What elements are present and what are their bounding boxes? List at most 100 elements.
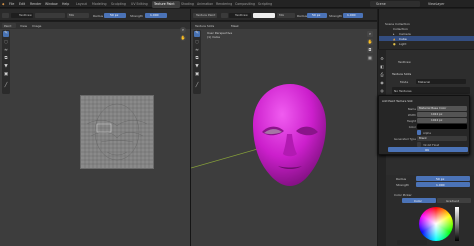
outliner-row-light[interactable]: ● Light xyxy=(379,41,474,46)
tab-texture-paint[interactable]: Texture Paint xyxy=(154,2,175,6)
mode-label: Mode xyxy=(400,80,409,84)
texture-slots-menu[interactable]: Texture Slots xyxy=(195,24,214,28)
height-field[interactable]: 1024 px xyxy=(417,118,467,123)
fill-tool-icon-vp[interactable]: ▼ xyxy=(194,64,200,70)
mode-dropdown[interactable]: Material xyxy=(416,79,466,84)
alpha-checkbox[interactable] xyxy=(417,130,421,135)
color-field[interactable] xyxy=(417,124,467,129)
face-mesh[interactable] xyxy=(250,82,330,188)
strength-value-right: 1.000 xyxy=(347,13,356,18)
name-field[interactable]: Material Base Color xyxy=(417,106,467,111)
generated-type-dropdown[interactable]: Blank xyxy=(417,136,467,141)
world-tab-icon[interactable]: ◍ xyxy=(379,88,385,94)
tab-rendering[interactable]: Rendering xyxy=(216,2,232,6)
gradient-tab[interactable]: Gradient xyxy=(437,198,471,203)
ok-button[interactable]: OK xyxy=(388,147,468,152)
annotate-tool-icon-vp[interactable]: ╱ xyxy=(194,83,200,89)
brush-selector-right[interactable]: TexDraw xyxy=(229,12,251,18)
blend-selector[interactable]: Mix xyxy=(67,12,89,18)
annotate-tool-icon[interactable]: ╱ xyxy=(3,83,9,89)
tab-shading[interactable]: Shading xyxy=(181,2,194,6)
smear-tool-icon-vp[interactable]: ≈ xyxy=(194,48,200,54)
float-checkbox[interactable] xyxy=(417,142,421,147)
viewport-tool-header: Texture Paint TexDraw Mix Radius 50 px S… xyxy=(191,9,377,21)
grid-icon[interactable]: ▦ xyxy=(367,55,373,61)
brush-icon[interactable] xyxy=(2,12,9,18)
mask-tool-icon[interactable]: ▣ xyxy=(3,72,9,78)
camera-icon[interactable]: ◘ xyxy=(367,47,373,53)
strength-slider[interactable]: 1.000 xyxy=(416,182,470,187)
blend-selector-right[interactable]: Mix xyxy=(277,12,295,18)
brush-name: TexDraw xyxy=(19,13,32,18)
tab-sculpting[interactable]: Sculpting xyxy=(111,2,126,6)
view-layer-name[interactable]: ViewLayer xyxy=(428,2,444,6)
soften-tool-icon-vp[interactable]: ◌ xyxy=(194,40,200,46)
draw-tool-icon[interactable]: ✎ xyxy=(3,31,9,37)
output-tab-icon[interactable]: ⎙ xyxy=(379,72,385,78)
clone-tool-icon-vp[interactable]: ⧉ xyxy=(194,56,200,62)
outliner-panel: Scene Collection Collection ▸ Camera ▲ C… xyxy=(378,9,474,49)
value-slider[interactable] xyxy=(455,207,459,241)
tab-uv-editing[interactable]: UV Editing xyxy=(131,2,148,6)
pan-icon[interactable]: ✋ xyxy=(180,35,186,41)
menu-help[interactable]: Help xyxy=(62,2,69,6)
pan-icon-vp[interactable]: ✋ xyxy=(367,39,373,45)
tab-modeling[interactable]: Modeling xyxy=(92,2,107,6)
mask-menu[interactable]: Mask xyxy=(231,24,239,28)
mode-dropdown-value: Material xyxy=(418,79,431,84)
menu-window[interactable]: Window xyxy=(45,2,58,6)
tool-tab-icon[interactable]: ⚙ xyxy=(379,56,385,62)
width-field[interactable]: 1024 px xyxy=(417,112,467,117)
radius-field[interactable]: 50 px xyxy=(104,12,126,18)
ok-label: OK xyxy=(425,148,430,152)
strength-value: 1.000 xyxy=(150,13,159,18)
clone-tool-icon[interactable]: ⧉ xyxy=(3,56,9,62)
zoom-icon-vp[interactable]: ⌕ xyxy=(367,31,373,37)
color-tab[interactable]: Color xyxy=(402,198,436,203)
strength-field[interactable]: 1.000 xyxy=(145,12,167,18)
radius-field-right[interactable]: 50 px xyxy=(307,12,327,18)
menu-edit[interactable]: Edit xyxy=(19,2,25,6)
brush-icon-right[interactable] xyxy=(221,12,228,18)
texture-slot-list[interactable]: No Textures xyxy=(392,87,470,94)
strength-field-right[interactable]: 1.000 xyxy=(343,12,363,18)
tab-compositing[interactable]: Compositing xyxy=(235,2,255,6)
mode-value: Texture Paint xyxy=(196,13,216,18)
menu-image[interactable]: Image xyxy=(32,24,41,28)
tab-layout[interactable]: Layout xyxy=(76,2,87,6)
menu-file[interactable]: File xyxy=(9,2,14,6)
viewport-tool-column: ✎ ◌ ≈ ⧉ ▼ ▣ ╱ xyxy=(193,30,201,94)
menu-render[interactable]: Render xyxy=(30,2,41,6)
draw-tool-icon-vp[interactable]: ✎ xyxy=(194,31,200,37)
render-tab-icon[interactable]: ◧ xyxy=(379,64,385,70)
scene-name: Scene xyxy=(376,1,386,6)
tab-animation[interactable]: Animation xyxy=(197,2,213,6)
smear-tool-icon[interactable]: ≈ xyxy=(3,48,9,54)
blend-value-right: Mix xyxy=(279,13,285,18)
fill-tool-icon[interactable]: ▼ xyxy=(3,64,9,70)
mask-tool-icon-vp[interactable]: ▣ xyxy=(194,72,200,78)
color-picker-title[interactable]: Color Picker xyxy=(394,193,412,197)
texture-slots-title[interactable]: Texture Slots xyxy=(392,72,411,76)
blend-value: Mix xyxy=(69,13,75,18)
radius-value-right: 50 px xyxy=(312,13,321,18)
top-menubar: ◆ File Edit Render Window Help Layout Mo… xyxy=(0,0,474,8)
menu-view[interactable]: View xyxy=(20,24,27,28)
float-label: 32-bit Float xyxy=(423,142,440,147)
footer-bar xyxy=(397,240,427,245)
brush-name-right: TexDraw xyxy=(235,13,248,18)
radius-slider[interactable]: 50 px xyxy=(416,176,470,181)
color-swatch-right[interactable] xyxy=(253,12,275,18)
soften-tool-icon[interactable]: ◌ xyxy=(3,40,9,46)
color-swatch[interactable] xyxy=(35,12,65,18)
blender-logo-icon[interactable]: ◆ xyxy=(2,2,4,6)
brush-selector[interactable]: TexDraw xyxy=(11,12,33,18)
generated-type-label: Generated Type xyxy=(393,137,416,141)
paint-mode-selector[interactable]: Paint xyxy=(2,23,16,28)
tab-scripting[interactable]: Scripting xyxy=(258,2,272,6)
scene-tab-icon[interactable]: ◉ xyxy=(379,80,385,86)
scene-selector[interactable]: Scene xyxy=(370,1,420,7)
uv-wireframe xyxy=(81,96,153,168)
zoom-icon[interactable]: ⌕ xyxy=(180,27,186,33)
mode-selector[interactable]: Texture Paint xyxy=(193,12,217,18)
